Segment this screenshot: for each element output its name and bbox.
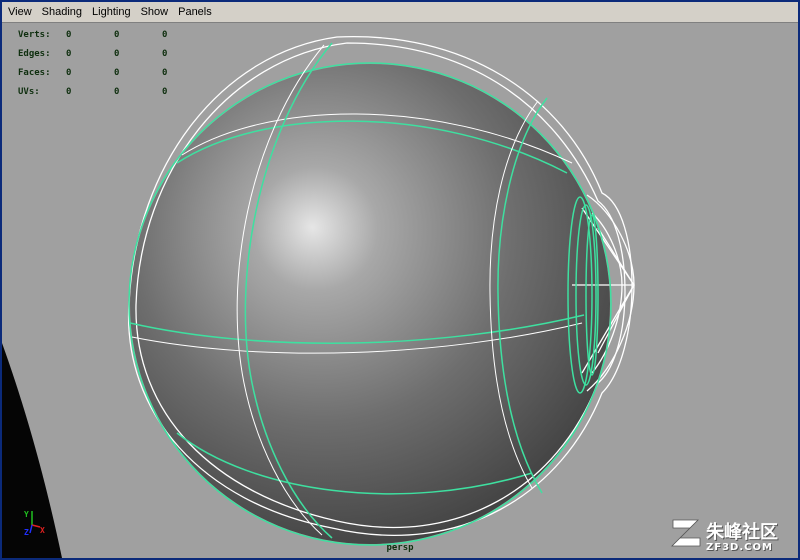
hud-row-faces: Faces: 0 0 0 bbox=[18, 63, 210, 82]
axis-y-label: Y bbox=[24, 510, 29, 519]
hud-value: 0 bbox=[66, 86, 72, 97]
menu-panels[interactable]: Panels bbox=[173, 2, 217, 22]
hud-label-edges: Edges: bbox=[18, 48, 51, 59]
maya-viewport-panel: View Shading Lighting Show Panels Y X Z … bbox=[0, 0, 800, 560]
panel-menu-bar: View Shading Lighting Show Panels bbox=[2, 2, 798, 23]
hud-value: 0 bbox=[114, 67, 120, 78]
hud-row-edges: Edges: 0 0 0 bbox=[18, 44, 210, 63]
eyeball-scene[interactable]: Y X Z bbox=[2, 23, 798, 558]
axis-z-label: Z bbox=[24, 528, 29, 537]
hud-value: 0 bbox=[114, 48, 120, 59]
zf3d-logo-icon bbox=[671, 519, 701, 547]
menu-shading[interactable]: Shading bbox=[37, 2, 87, 22]
hud-value: 0 bbox=[162, 29, 168, 40]
hud-value: 0 bbox=[66, 48, 72, 59]
watermark-url: ZF3D.COM bbox=[706, 542, 773, 553]
watermark-logo-text: 朱峰社区 bbox=[706, 522, 778, 543]
hud-label-faces: Faces: bbox=[18, 67, 51, 78]
hud-value: 0 bbox=[114, 29, 120, 40]
hud-label-verts: Verts: bbox=[18, 29, 51, 40]
hud-row-verts: Verts: 0 0 0 bbox=[18, 25, 210, 44]
hud-value: 0 bbox=[66, 29, 72, 40]
hud-label-uvs: UVs: bbox=[18, 86, 40, 97]
menu-lighting[interactable]: Lighting bbox=[87, 2, 136, 22]
hud-value: 0 bbox=[66, 67, 72, 78]
hud-row-uvs: UVs: 0 0 0 bbox=[18, 82, 210, 101]
hud-value: 0 bbox=[162, 48, 168, 59]
perspective-viewport[interactable]: Y X Z Verts: 0 0 0 Edges: 0 0 0 Faces: 0… bbox=[2, 23, 798, 558]
watermark: 朱峰社区 ZF3D.COM bbox=[670, 516, 794, 556]
poly-count-hud: Verts: 0 0 0 Edges: 0 0 0 Faces: 0 0 0 U… bbox=[18, 25, 210, 101]
menu-view[interactable]: View bbox=[2, 2, 37, 22]
hud-value: 0 bbox=[114, 86, 120, 97]
menu-show[interactable]: Show bbox=[136, 2, 174, 22]
axis-x-label: X bbox=[40, 526, 45, 535]
hud-value: 0 bbox=[162, 67, 168, 78]
hud-value: 0 bbox=[162, 86, 168, 97]
